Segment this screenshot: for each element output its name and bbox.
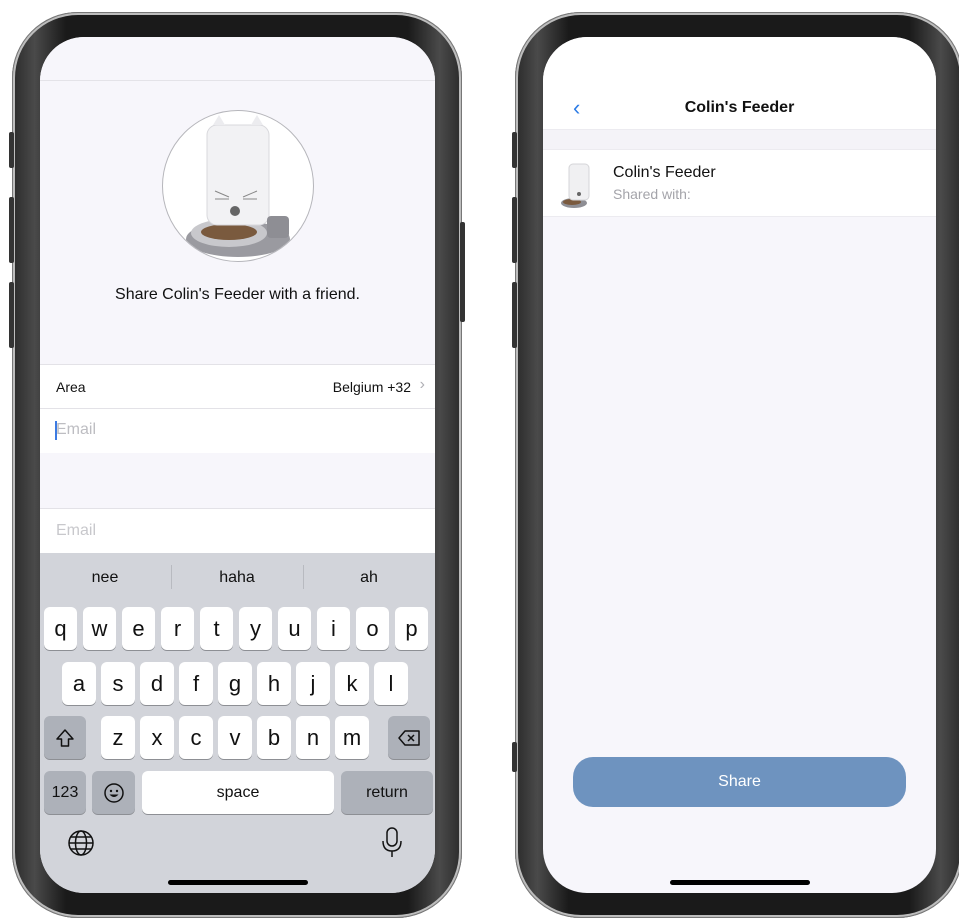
key-w[interactable]: w — [83, 607, 116, 650]
left-screen: Share Colin's Feeder with a friend. Area… — [40, 37, 435, 893]
key-y[interactable]: y — [239, 607, 272, 650]
side-button — [512, 282, 517, 348]
key-d[interactable]: d — [140, 662, 174, 705]
side-button — [460, 222, 465, 322]
key-h[interactable]: h — [257, 662, 291, 705]
suggestion-bar: nee haha ah — [40, 553, 435, 599]
key-x[interactable]: x — [140, 716, 174, 759]
device-list-item[interactable]: Colin's Feeder Shared with: — [543, 149, 936, 217]
key-i[interactable]: i — [317, 607, 350, 650]
side-button — [9, 132, 14, 168]
suggestion-1[interactable]: nee — [45, 569, 165, 587]
shift-key[interactable] — [44, 716, 86, 759]
key-n[interactable]: n — [296, 716, 330, 759]
key-a[interactable]: a — [62, 662, 96, 705]
return-key[interactable]: return — [341, 771, 433, 814]
share-message: Share Colin's Feeder with a friend. — [115, 286, 360, 303]
left-phone-frame: Share Colin's Feeder with a friend. Area… — [9, 12, 465, 918]
top-bar — [40, 37, 435, 81]
side-button — [9, 282, 14, 348]
feeder-thumbnail — [561, 163, 590, 208]
side-button — [9, 197, 14, 263]
device-shared-with: Shared with: — [613, 186, 691, 202]
suggestion-divider — [171, 565, 172, 589]
backspace-icon — [398, 729, 420, 746]
keyboard: nee haha ah q w e r t y u i o p a s d f … — [40, 553, 435, 893]
chevron-right-icon: › — [419, 376, 425, 393]
right-phone-frame: ‹ Colin's Feeder Colin's Feeder Shared w… — [512, 12, 959, 918]
key-j[interactable]: j — [296, 662, 330, 705]
key-z[interactable]: z — [101, 716, 135, 759]
side-button — [512, 197, 517, 263]
area-row[interactable]: Area Belgium +32 › — [40, 364, 435, 409]
space-key[interactable]: space — [142, 771, 334, 814]
key-o[interactable]: o — [356, 607, 389, 650]
key-g[interactable]: g — [218, 662, 252, 705]
home-indicator[interactable] — [167, 880, 308, 885]
side-button — [512, 132, 517, 168]
key-c[interactable]: c — [179, 716, 213, 759]
key-e[interactable]: e — [122, 607, 155, 650]
right-screen: ‹ Colin's Feeder Colin's Feeder Shared w… — [543, 37, 936, 893]
device-name: Colin's Feeder — [613, 164, 716, 181]
suggestion-divider — [303, 565, 304, 589]
emoji-key[interactable] — [92, 771, 135, 814]
key-l[interactable]: l — [374, 662, 408, 705]
area-value: Belgium +32 — [332, 379, 411, 395]
nav-bar: ‹ Colin's Feeder — [543, 37, 936, 129]
feeder-image — [162, 110, 314, 262]
delete-key[interactable] — [388, 716, 430, 759]
microphone-icon[interactable] — [380, 825, 404, 859]
emoji-icon — [103, 782, 124, 803]
key-q[interactable]: q — [44, 607, 77, 650]
globe-icon[interactable] — [66, 828, 96, 858]
key-f[interactable]: f — [179, 662, 213, 705]
suggestion-2[interactable]: haha — [177, 569, 297, 587]
email-placeholder-secondary: Email — [56, 522, 97, 539]
side-button — [512, 742, 517, 772]
suggestion-3[interactable]: ah — [309, 569, 429, 587]
key-p[interactable]: p — [395, 607, 428, 650]
key-t[interactable]: t — [200, 607, 233, 650]
key-s[interactable]: s — [101, 662, 135, 705]
key-b[interactable]: b — [257, 716, 291, 759]
keyboard-bottom-bar — [40, 813, 435, 893]
key-r[interactable]: r — [161, 607, 194, 650]
key-k[interactable]: k — [335, 662, 369, 705]
numbers-key[interactable]: 123 — [44, 771, 86, 814]
share-button[interactable]: Share — [573, 757, 906, 807]
key-v[interactable]: v — [218, 716, 252, 759]
area-label: Area — [56, 379, 86, 395]
email-field-secondary[interactable]: Email — [40, 508, 435, 553]
home-indicator[interactable] — [669, 880, 810, 885]
key-u[interactable]: u — [278, 607, 311, 650]
email-field[interactable]: Email — [40, 408, 435, 453]
section-separator — [543, 129, 936, 150]
email-placeholder: Email — [56, 421, 97, 438]
shift-icon — [56, 728, 74, 747]
key-m[interactable]: m — [335, 716, 369, 759]
page-title: Colin's Feeder — [684, 99, 795, 116]
